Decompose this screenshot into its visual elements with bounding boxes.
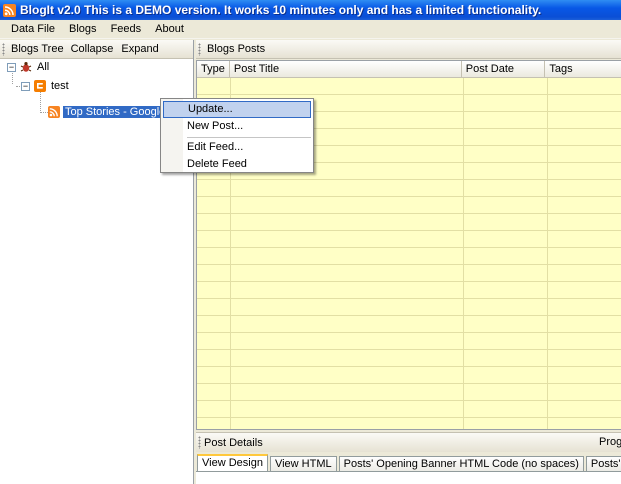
rss-icon (48, 106, 60, 118)
toolbar-grip-icon[interactable] (2, 42, 5, 56)
column-tags[interactable]: Tags (545, 61, 621, 77)
feed-context-menu: Update... New Post... Edit Feed... Delet… (160, 98, 314, 173)
blogs-posts-header: Blogs Posts (196, 40, 621, 59)
tab-view-design[interactable]: View Design (197, 454, 268, 471)
design-view-area[interactable] (196, 471, 621, 484)
collapse-node-icon[interactable]: − (7, 62, 16, 72)
menu-separator (187, 137, 311, 138)
tab-view-html[interactable]: View HTML (269, 456, 337, 471)
column-type[interactable]: Type (197, 61, 230, 77)
tab-opening-banner[interactable]: Posts' Opening Banner HTML Code (no spac… (338, 456, 584, 471)
details-tabs: View Design View HTML Posts' Opening Ban… (196, 453, 621, 471)
post-details-label: Post Details (204, 436, 263, 449)
menu-blogs[interactable]: Blogs (62, 20, 104, 39)
menu-about[interactable]: About (148, 20, 191, 39)
title-bar: BlogIt v2.0 This is a DEMO version. It w… (0, 0, 621, 20)
bug-icon (20, 62, 32, 72)
tree-node-blog[interactable]: − test (21, 79, 71, 93)
rss-icon (3, 3, 16, 17)
toolbar-grip-icon[interactable] (198, 436, 201, 449)
tree-node-all[interactable]: − All (7, 60, 51, 74)
window-title: BlogIt v2.0 This is a DEMO version. It w… (20, 3, 542, 17)
progress-label: Progress (599, 436, 621, 448)
tree-line (12, 73, 13, 84)
expand-button[interactable]: Expand (117, 43, 162, 55)
posts-grid-header: Type Post Title Post Date Tags (197, 61, 621, 78)
blogs-tree-toolbar: Blogs Tree Collapse Expand (0, 40, 193, 59)
menu-edit-feed[interactable]: Edit Feed... (163, 139, 311, 156)
toolbar-grip-icon[interactable] (198, 42, 201, 56)
collapse-button[interactable]: Collapse (67, 43, 118, 55)
column-post-title[interactable]: Post Title (230, 61, 462, 77)
blogs-posts-label: Blogs Posts (207, 43, 266, 55)
post-details-header: Post Details Progress (196, 432, 621, 452)
menu-bar: Data File Blogs Feeds About (0, 20, 621, 39)
column-post-date[interactable]: Post Date (462, 61, 546, 77)
tree-node-label: test (51, 80, 69, 92)
menu-delete-feed[interactable]: Delete Feed (163, 156, 311, 173)
tree-node-label: All (37, 61, 50, 73)
menu-update[interactable]: Update... (163, 101, 311, 118)
collapse-node-icon[interactable]: − (21, 81, 30, 91)
menu-new-post[interactable]: New Post... (163, 118, 311, 135)
blogs-tree-label: Blogs Tree (11, 43, 64, 55)
blogger-icon (34, 80, 46, 92)
menu-data-file[interactable]: Data File (4, 20, 62, 39)
tab-closing-banner[interactable]: Posts' Closing Banner HTML Code (585, 456, 621, 471)
menu-feeds[interactable]: Feeds (104, 20, 149, 39)
tree-line (40, 112, 48, 113)
